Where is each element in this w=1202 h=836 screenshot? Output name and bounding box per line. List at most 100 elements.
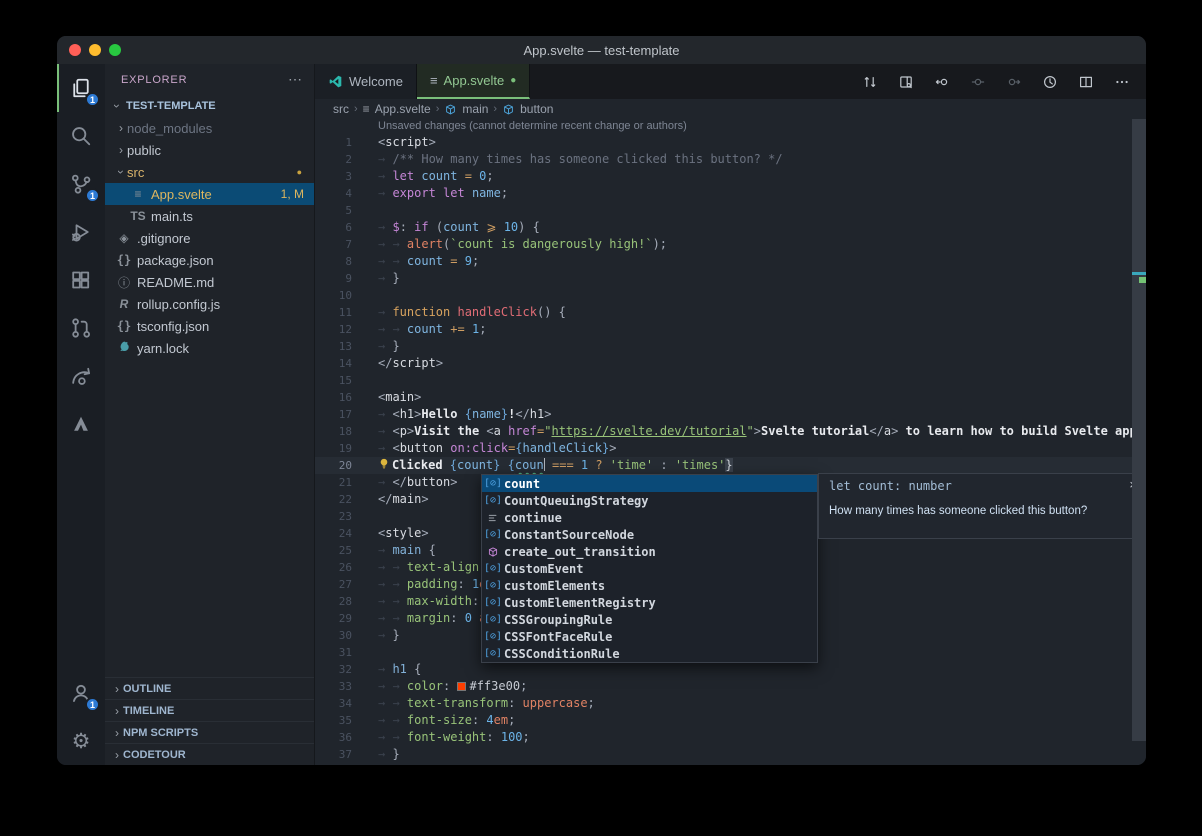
breadcrumb-item-src[interactable]: src <box>333 102 349 116</box>
suggest-item-cssfontfacerule[interactable]: [⊘]CSSFontFaceRule <box>482 628 817 645</box>
tab-welcome[interactable]: Welcome <box>315 64 417 99</box>
suggest-item-count[interactable]: [⊘]count <box>482 475 817 492</box>
editor-scrollbar[interactable] <box>1132 119 1146 765</box>
tree-file-tsconfig-json[interactable]: {}tsconfig.json <box>105 315 314 337</box>
code-line-14[interactable]: 14</script> <box>315 355 1146 372</box>
line-number: 9 <box>315 270 352 287</box>
more-actions-icon[interactable] <box>1114 74 1130 90</box>
code-line-15[interactable]: 15 <box>315 372 1146 389</box>
sidebar-section-timeline[interactable]: ›TIMELINE <box>105 699 314 721</box>
activity-item-explorer[interactable]: 1 <box>57 64 105 112</box>
suggest-item-customelementregistry[interactable]: [⊘]CustomElementRegistry <box>482 594 817 611</box>
code-line-13[interactable]: 13→ } <box>315 338 1146 355</box>
sidebar-section-codetour[interactable]: ›CODETOUR <box>105 743 314 765</box>
activity-item-accounts[interactable]: 1 <box>57 669 105 717</box>
symbol-variable-icon: [⊘] <box>482 597 504 608</box>
breadcrumb-item-button[interactable]: button <box>520 102 553 116</box>
code-line-7[interactable]: 7→ → alert(`count is dangerously high!`)… <box>315 236 1146 253</box>
share-icon <box>69 364 93 388</box>
code-line-37[interactable]: 37→ } <box>315 746 1146 763</box>
code-line-17[interactable]: 17→ <h1>Hello {name}!</h1> <box>315 406 1146 423</box>
line-content: → <button on:click={handleClick}> <box>378 440 616 457</box>
open-preview-icon[interactable] <box>898 74 914 90</box>
line-number: 4 <box>315 185 352 202</box>
suggest-item-constantsourcenode[interactable]: [⊘]ConstantSourceNode <box>482 526 817 543</box>
open-changes-icon[interactable] <box>862 74 878 90</box>
code-line-34[interactable]: 34→ → text-transform: uppercase; <box>315 695 1146 712</box>
tab-label: App.svelte <box>444 73 505 88</box>
sidebar-section-npm-scripts[interactable]: ›NPM SCRIPTS <box>105 721 314 743</box>
debug-icon <box>69 220 93 244</box>
code-line-19[interactable]: 19→ <button on:click={handleClick}> <box>315 440 1146 457</box>
tree-file-rollup-config-js[interactable]: Rrollup.config.js <box>105 293 314 315</box>
tree-folder-public[interactable]: ›public <box>105 139 314 161</box>
code-line-35[interactable]: 35→ → font-size: 4em; <box>315 712 1146 729</box>
tab-app-svelte[interactable]: ≡App.svelte● <box>417 64 530 99</box>
current-change-icon[interactable] <box>970 74 986 90</box>
line-number: 25 <box>315 542 352 559</box>
breadcrumb-item-main[interactable]: main <box>462 102 488 116</box>
breadcrumb-item-app-svelte[interactable]: App.svelte <box>375 102 431 116</box>
code-line-5[interactable]: 5 <box>315 202 1146 219</box>
lightbulb-icon[interactable] <box>378 457 392 474</box>
code-line-3[interactable]: 3→ let count = 0; <box>315 168 1146 185</box>
tree-file-readme-md[interactable]: ⓘREADME.md <box>105 271 314 293</box>
suggest-item-create-out-transition[interactable]: create_out_transition <box>482 543 817 560</box>
suggest-item-customelements[interactable]: [⊘]customElements <box>482 577 817 594</box>
suggest-item-cssconditionrule[interactable]: [⊘]CSSConditionRule <box>482 645 817 662</box>
suggest-item-countqueuingstrategy[interactable]: [⊘]CountQueuingStrategy <box>482 492 817 509</box>
tree-folder-src[interactable]: ›src● <box>105 161 314 183</box>
close-window-button[interactable] <box>69 44 81 56</box>
code-line-11[interactable]: 11→ function handleClick() { <box>315 304 1146 321</box>
previous-change-icon[interactable] <box>934 74 950 90</box>
line-content: → } <box>378 746 400 763</box>
activity-item-run-debug[interactable] <box>57 208 105 256</box>
line-content: → } <box>378 270 400 287</box>
code-line-33[interactable]: 33→ → color: #ff3e00; <box>315 678 1146 695</box>
suggest-item-customevent[interactable]: [⊘]CustomEvent <box>482 560 817 577</box>
code-line-16[interactable]: 16<main> <box>315 389 1146 406</box>
suggest-item-continue[interactable]: continue <box>482 509 817 526</box>
glyph-margin <box>352 423 378 440</box>
code-line-6[interactable]: 6→ $: if (count ⩾ 10) { <box>315 219 1146 236</box>
code-line-9[interactable]: 9 → } <box>315 270 1146 287</box>
sidebar-more-icon[interactable]: ⋯ <box>288 71 302 88</box>
activity-item-github-pull-requests[interactable] <box>57 304 105 352</box>
code-line-10[interactable]: 10 <box>315 287 1146 304</box>
split-editor-icon[interactable] <box>1078 74 1094 90</box>
code-line-12[interactable]: 12→ → count += 1; <box>315 321 1146 338</box>
activity-item-azure[interactable] <box>57 400 105 448</box>
tree-root-test-template[interactable]: › TEST-TEMPLATE <box>105 95 314 117</box>
activity-item-search[interactable] <box>57 112 105 160</box>
activity-item-extensions[interactable] <box>57 256 105 304</box>
breadcrumb-separator: › <box>354 103 358 115</box>
code-line-36[interactable]: 36→ → font-weight: 100; <box>315 729 1146 746</box>
code-line-20[interactable]: 20Clicked {count} {coun === 1 ? 'time' :… <box>315 457 1146 474</box>
activity-item-settings[interactable]: ⚙ <box>57 717 105 765</box>
code-line-4[interactable]: 4→ export let name; <box>315 185 1146 202</box>
chevron-down-icon: › <box>110 100 124 112</box>
code-line-32[interactable]: 32→ h1 { <box>315 661 1146 678</box>
code-line-2[interactable]: 2→ /** How many times has someone clicke… <box>315 151 1146 168</box>
scrollbar-thumb[interactable] <box>1132 119 1146 741</box>
next-change-icon[interactable] <box>1006 74 1022 90</box>
code-line-18[interactable]: 18→ <p>Visit the <a href="https://svelte… <box>315 423 1146 440</box>
zoom-window-button[interactable] <box>109 44 121 56</box>
suggest-item-cssgroupingrule[interactable]: [⊘]CSSGroupingRule <box>482 611 817 628</box>
activity-item-source-control[interactable]: 1 <box>57 160 105 208</box>
activity-item-live-share[interactable] <box>57 352 105 400</box>
tree-file-app-svelte[interactable]: ≡App.svelte1, M <box>105 183 314 205</box>
glyph-margin <box>352 389 378 406</box>
code-line-1[interactable]: 1<script> <box>315 134 1146 151</box>
file-history-icon[interactable] <box>1042 74 1058 90</box>
symbol-variable-icon: [⊘] <box>482 478 504 489</box>
tree-file--gitignore[interactable]: ◈.gitignore <box>105 227 314 249</box>
tree-file-yarn-lock[interactable]: yarn.lock <box>105 337 314 359</box>
minimize-window-button[interactable] <box>89 44 101 56</box>
code-line-8[interactable]: 8→ → count = 9; <box>315 253 1146 270</box>
editor-content[interactable]: Unsaved changes (cannot determine recent… <box>315 119 1146 765</box>
tree-folder-node-modules[interactable]: ›node_modules <box>105 117 314 139</box>
tree-file-main-ts[interactable]: TSmain.ts <box>105 205 314 227</box>
sidebar-section-outline[interactable]: ›OUTLINE <box>105 677 314 699</box>
tree-file-package-json[interactable]: {}package.json <box>105 249 314 271</box>
